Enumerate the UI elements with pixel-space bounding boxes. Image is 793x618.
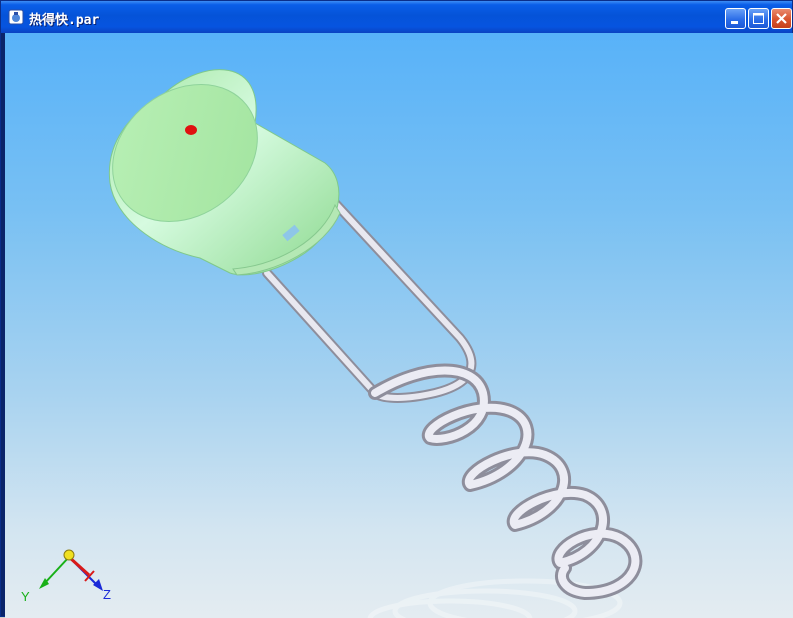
close-icon (776, 13, 787, 24)
axis-triad: Y Z (21, 549, 111, 604)
minimize-icon (731, 21, 738, 24)
title-bar[interactable]: 热得快.par (1, 1, 792, 33)
maximize-button[interactable] (748, 8, 769, 29)
window-title: 热得快.par (29, 13, 100, 28)
triad-y-label: Y (21, 589, 30, 604)
close-button[interactable] (771, 8, 792, 29)
triad-origin (63, 549, 75, 561)
triad-z-label: Z (103, 587, 111, 602)
application-window: 热得快.par Y Z (0, 0, 793, 618)
document-icon[interactable] (8, 9, 24, 25)
3d-viewport[interactable]: Y Z (5, 33, 793, 618)
minimize-button[interactable] (725, 8, 746, 29)
maximize-icon (753, 13, 764, 24)
